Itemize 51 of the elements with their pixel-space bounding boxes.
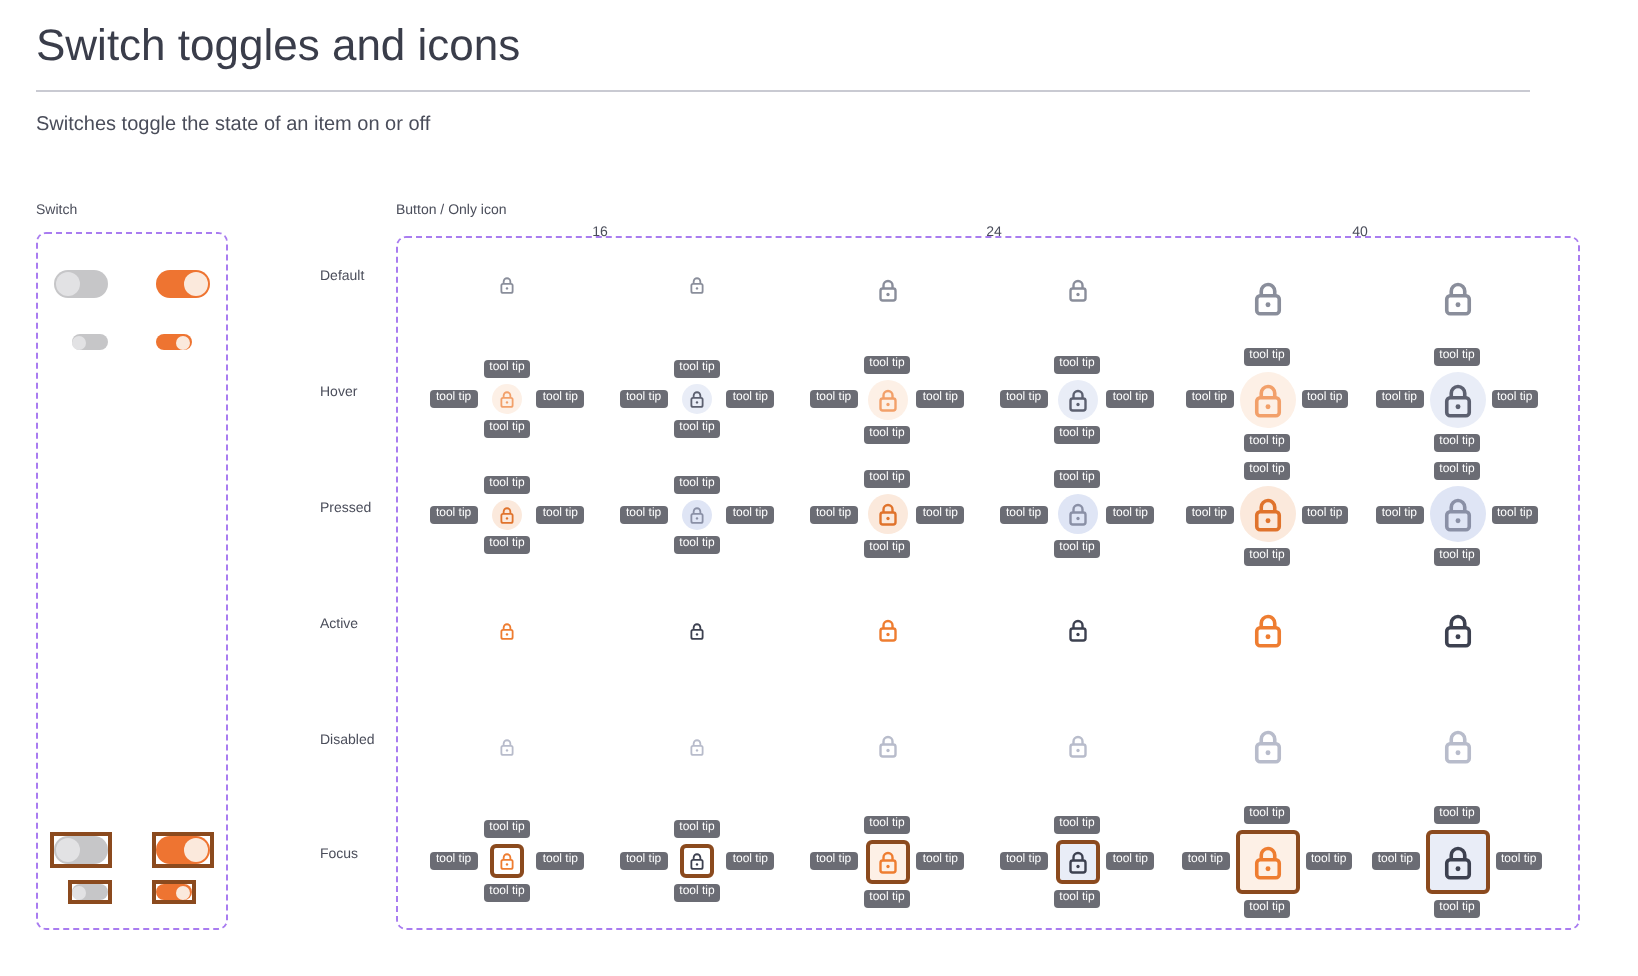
lock-icon [875, 278, 899, 302]
lock-icon [1065, 849, 1089, 874]
toggle-switch[interactable] [156, 334, 192, 350]
page-subtitle: Switches toggle the state of an item on or off [36, 114, 433, 138]
icon-button[interactable] [1057, 379, 1097, 420]
lock-icon [875, 618, 899, 643]
lock-icon [688, 737, 706, 756]
lock-icon [688, 276, 706, 294]
lock-icon [1065, 734, 1089, 759]
lock-icon [1065, 618, 1089, 643]
lock-icon [688, 390, 706, 409]
lock-icon [1249, 843, 1285, 880]
lock-icon [1249, 280, 1285, 316]
lock-icon [1065, 387, 1089, 412]
toggle-switch[interactable] [156, 270, 210, 298]
lock-icon [1439, 612, 1475, 649]
lock-icon [498, 852, 516, 871]
lock-icon [875, 502, 899, 527]
icon-button[interactable] [680, 844, 714, 879]
lock-icon [688, 505, 706, 524]
lock-icon [498, 276, 516, 294]
icon-button[interactable] [1235, 829, 1299, 894]
toggle-switch[interactable] [72, 334, 108, 350]
lock-icon [1439, 496, 1475, 533]
lock-icon [875, 734, 899, 759]
lock-icon [1439, 843, 1475, 880]
lock-icon [875, 849, 899, 874]
lock-icon [1065, 278, 1089, 302]
icon-button[interactable] [1429, 371, 1485, 428]
lock-icon [688, 621, 706, 640]
lock-icon [498, 621, 516, 640]
icon-button[interactable] [865, 839, 909, 884]
lock-icon [1249, 728, 1285, 765]
lock-icon [688, 852, 706, 871]
lock-icon [1249, 496, 1285, 533]
page-title: Switch toggles and icons [36, 20, 523, 72]
toggle-switch[interactable] [54, 270, 108, 298]
lock-icon [875, 387, 899, 412]
icon-button[interactable] [490, 844, 524, 879]
lock-icon [1439, 381, 1475, 418]
lock-icon [498, 505, 516, 524]
lock-icon [1065, 502, 1089, 527]
lock-icon [1439, 280, 1475, 316]
lock-icon [1249, 612, 1285, 649]
lock-icon [498, 390, 516, 409]
lock-icon [498, 737, 516, 756]
lock-icon [1439, 728, 1475, 765]
icon-button[interactable] [1425, 829, 1489, 894]
lock-icon [1249, 381, 1285, 418]
icon-button[interactable] [682, 384, 712, 415]
icon-button[interactable] [1055, 839, 1099, 884]
